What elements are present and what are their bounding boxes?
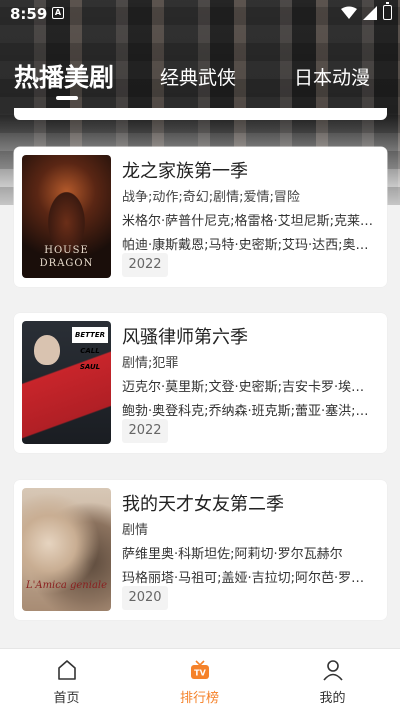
nav-ranking-label: 排行榜 (179, 691, 219, 706)
status-bar: 8:59 A (0, 0, 400, 28)
show-card[interactable]: BETTER CALL SAUL 风骚律师第六季 剧情;犯罪 迈克尔·莫里斯;文… (14, 313, 387, 453)
tab-classic-wuxia[interactable]: 经典武侠 (160, 63, 236, 90)
show-title: 风骚律师第六季 (122, 327, 248, 348)
wifi-icon (341, 6, 357, 19)
signal-icon (363, 6, 377, 20)
year-badge: 2020 (122, 586, 168, 610)
battery-icon (383, 2, 392, 20)
tab-hot-us-series[interactable]: 热播美剧 (14, 58, 114, 94)
show-card[interactable]: L'Amica geniale 我的天才女友第二季 剧情 萨维里奥·科斯坦佐;阿… (14, 480, 387, 620)
poster-text: BETTER CALL SAUL (72, 327, 108, 371)
nav-home-label: 首页 (53, 691, 80, 706)
year-badge: 2022 (122, 253, 168, 277)
poster-text: DRAGON (39, 258, 94, 269)
nav-profile-label: 我的 (319, 691, 346, 706)
show-title: 我的天才女友第二季 (122, 494, 284, 515)
poster-text: HOUSE (44, 245, 89, 256)
poster-image: HOUSE DRAGON (22, 155, 111, 278)
nav-home[interactable]: 首页 (0, 649, 133, 711)
show-genres: 剧情;犯罪 (122, 356, 179, 371)
show-directors: 迈克尔·莫里斯;文登·史密斯;吉安卡罗·埃斯波西托 (122, 380, 375, 395)
notification-icon: A (52, 7, 64, 19)
show-card[interactable]: HOUSE DRAGON 龙之家族第一季 战争;动作;奇幻;剧情;爱情;冒险 米… (14, 147, 387, 287)
tv-ranking-icon: TV (191, 660, 209, 679)
show-directors: 萨维里奥·科斯坦佐;阿莉切·罗尔瓦赫尔 (122, 547, 343, 562)
tab-japanese-anime[interactable]: 日本动漫 (294, 63, 370, 90)
bottom-navigation: 首页 TV 排行榜 我的 (0, 648, 400, 711)
list-item-partial[interactable] (14, 108, 387, 120)
active-tab-indicator (56, 96, 78, 100)
poster-text: L'Amica geniale (25, 580, 108, 591)
poster-image: L'Amica geniale (22, 488, 111, 611)
home-icon (58, 660, 76, 680)
show-genres: 剧情 (122, 523, 149, 538)
nav-ranking[interactable]: TV 排行榜 (133, 649, 266, 711)
year-badge: 2022 (122, 419, 168, 443)
show-cast: 帕迪·康斯戴恩;马特·史密斯;艾玛·达西;奥利维亚·库克 (122, 238, 375, 253)
status-time: 8:59 (10, 5, 48, 23)
show-directors: 米格尔·萨普什尼克;格雷格·艾坦尼斯;克莱尔·基尔纳 (122, 214, 375, 229)
show-title: 龙之家族第一季 (122, 161, 248, 182)
user-icon (323, 660, 343, 681)
poster-image: BETTER CALL SAUL (22, 321, 111, 444)
nav-profile[interactable]: 我的 (266, 649, 399, 711)
show-cast: 玛格丽塔·马祖可;盖娅·吉拉切;阿尔芭·罗尔瓦赫尔 (122, 571, 375, 586)
category-tabs: 热播美剧 经典武侠 日本动漫 (0, 52, 400, 102)
show-genres: 战争;动作;奇幻;剧情;爱情;冒险 (122, 190, 300, 205)
show-cast: 鲍勃·奥登科克;乔纳森·班克斯;蕾亚·塞洪;迈克尔·曼多 (122, 404, 375, 419)
poster-figure (34, 335, 60, 365)
svg-text:TV: TV (194, 669, 206, 678)
